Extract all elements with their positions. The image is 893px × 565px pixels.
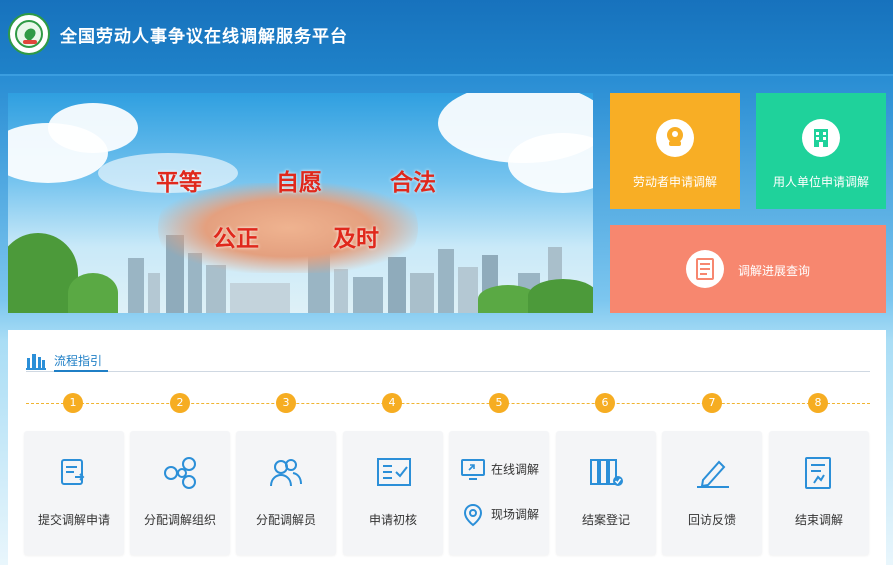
slogan-fair: 公正 [213,225,259,252]
slogan-legal: 合法 [390,169,436,196]
step-label-submit: 提交调解申请 [37,513,110,527]
top-header: 全国劳动人事争议在线调解服务平台 [0,0,893,76]
step-label-followup: 回访反馈 [687,513,736,527]
platform-logo-icon[interactable] [8,13,50,55]
location-pin-icon [463,503,483,527]
process-guide-panel: 流程指引 1 2 3 4 5 6 7 8 提交调解申请 分配调解组织 分配调解员… [8,330,886,565]
employer-apply-button[interactable]: 用人单位申请调解 [756,93,886,209]
users-icon [270,459,302,487]
person-icon [656,119,694,157]
divider [26,371,870,372]
step-label-review: 申请初核 [368,513,417,527]
monitor-icon [461,459,485,480]
pen-icon [697,460,729,488]
checklist-icon [377,458,411,486]
step-connector-line [26,403,870,404]
step-badge-8: 8 [808,393,828,413]
step-badge-2: 2 [170,393,190,413]
slogan-voluntary: 自愿 [276,169,322,196]
online-mediation-option[interactable]: 在线调解 [461,459,539,481]
progress-query-label: 调解进展查询 [738,264,811,278]
step-label-assign-org: 分配调解组织 [143,513,216,527]
employer-apply-label: 用人单位申请调解 [772,175,869,189]
worker-apply-button[interactable]: 劳动者申请调解 [610,93,740,209]
binders-icon [590,459,623,486]
submit-doc-icon [61,459,85,485]
step-badge-5: 5 [489,393,509,413]
step-label-assign-mediator: 分配调解员 [255,513,316,527]
step-badge-3: 3 [276,393,296,413]
online-mediation-label: 在线调解 [491,462,540,477]
progress-query-button[interactable]: 调解进展查询 [610,225,886,313]
step-card-assign-mediator[interactable]: 分配调解员 [236,431,336,555]
step-label-case-closure: 结案登记 [581,513,630,527]
slogan-timely: 及时 [333,225,379,252]
network-icon [164,457,196,489]
step-badge-4: 4 [382,393,402,413]
step-card-case-closure[interactable]: 结案登记 [556,431,656,555]
document-list-icon [686,250,724,288]
site-title[interactable]: 全国劳动人事争议在线调解服务平台 [60,22,348,47]
document-icon [805,457,831,489]
step-card-submit[interactable]: 提交调解申请 [24,431,124,555]
step-badge-6: 6 [595,393,615,413]
slogan-equality: 平等 [156,169,202,196]
buildings-icon [26,354,46,370]
process-guide-title: 流程指引 [54,354,103,368]
worker-apply-label: 劳动者申请调解 [632,175,717,189]
step-badge-1: 1 [63,393,83,413]
step-card-end[interactable]: 结束调解 [769,431,869,555]
building-icon [802,119,840,157]
step-card-mediation[interactable]: 在线调解 现场调解 [449,431,549,555]
onsite-mediation-option[interactable]: 现场调解 [461,503,539,527]
onsite-mediation-label: 现场调解 [491,507,540,522]
step-card-followup[interactable]: 回访反馈 [662,431,762,555]
title-underline [54,370,108,372]
step-badge-7: 7 [702,393,722,413]
step-card-review[interactable]: 申请初核 [343,431,443,555]
slogan-banner: 平等 自愿 合法 公正 及时 [8,93,593,313]
step-label-end: 结束调解 [794,513,843,527]
step-card-assign-org[interactable]: 分配调解组织 [130,431,230,555]
